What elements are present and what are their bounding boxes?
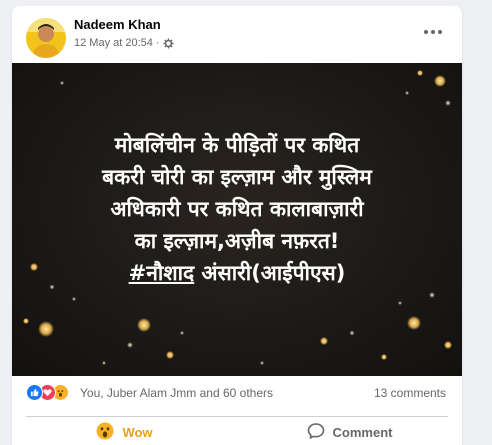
reaction-icons[interactable] (26, 384, 69, 401)
post-image[interactable]: मोबलिंचीन के पीड़ितों पर कथित बकरी चोरी … (12, 63, 462, 376)
hashtag-link[interactable]: #नौशाद (129, 261, 195, 285)
wow-icon (96, 422, 114, 443)
post-card: Nadeem Khan 12 May at 20:54 · मोबलिंचीन … (12, 6, 462, 445)
image-text-line: बकरी चोरी का इल्ज़ाम और मुस्लिम (102, 165, 372, 189)
post-meta: 12 May at 20:54 · (74, 37, 174, 49)
image-text-line: मोबलिंचीन के पीड़ितों पर कथित (114, 133, 360, 157)
comment-icon (307, 422, 325, 443)
like-icon (26, 384, 43, 401)
post-actions: Wow Comment (12, 419, 462, 445)
post-timestamp[interactable]: 12 May at 20:54 (74, 37, 153, 49)
comments-count[interactable]: 13 comments (374, 386, 446, 400)
reactions-summary: You, Juber Alam Jmm and 60 others 13 com… (12, 378, 462, 406)
post-header: Nadeem Khan 12 May at 20:54 · (12, 6, 462, 63)
divider (26, 416, 448, 417)
meta-separator: · (155, 37, 160, 49)
image-text-line-last: #नौशाद अंसारी(आईपीएस) (12, 257, 462, 289)
wow-label: Wow (122, 424, 153, 440)
comment-button[interactable]: Comment (237, 419, 462, 445)
image-text-line: का इल्ज़ाम,अज़ीब नफ़रत! (134, 229, 340, 253)
gear-icon[interactable] (163, 37, 174, 49)
avatar[interactable] (26, 18, 66, 58)
image-text-rest: अंसारी(आईपीएस) (194, 261, 346, 285)
comment-label: Comment (332, 424, 393, 440)
author-name[interactable]: Nadeem Khan (74, 17, 161, 32)
image-text-line: अधिकारी पर कथित कालाबाज़ारी (110, 197, 364, 221)
wow-button[interactable]: Wow (12, 419, 237, 445)
reaction-names[interactable]: You, Juber Alam Jmm and 60 others (80, 386, 273, 400)
more-options-icon[interactable] (420, 22, 446, 42)
post-image-text: मोबलिंचीन के पीड़ितों पर कथित बकरी चोरी … (12, 129, 462, 289)
